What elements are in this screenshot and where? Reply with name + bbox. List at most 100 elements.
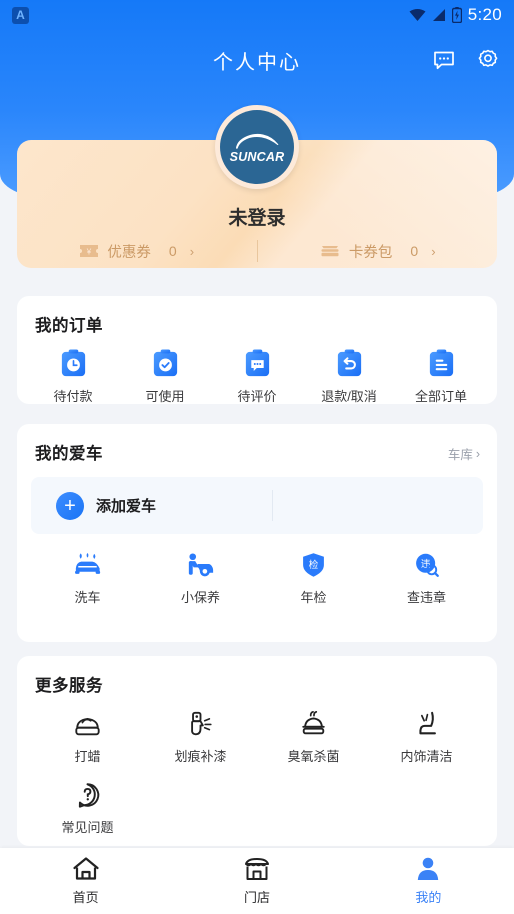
more-service-ozone[interactable]: 臭氧杀菌 — [257, 710, 370, 765]
car-wash-icon — [75, 552, 101, 574]
wifi-icon — [409, 9, 426, 21]
username-label: 未登录 — [228, 208, 286, 229]
more-service-label: 划痕补漆 — [174, 749, 227, 764]
page-title: 个人中心 — [213, 51, 301, 74]
gear-icon[interactable] — [476, 48, 500, 72]
order-label: 待付款 — [53, 389, 93, 404]
chevron-right-icon: › — [475, 446, 480, 461]
service-annual-inspection[interactable]: 检 年检 — [257, 552, 370, 606]
order-item-all-orders[interactable]: 全部订单 — [395, 348, 487, 405]
nav-label: 我的 — [415, 890, 442, 905]
order-label: 全部订单 — [414, 389, 467, 404]
coupon-entry[interactable]: ¥ 优惠券 0 › — [17, 241, 257, 262]
wallet-row: ¥ 优惠券 0 › 卡券包 0 › — [17, 234, 497, 268]
more-services-title: 更多服务 — [35, 677, 103, 695]
home-icon — [73, 857, 99, 880]
orders-title: 我的订单 — [35, 317, 103, 335]
inspection-badge-text: 检 — [309, 559, 319, 571]
status-time: 5:20 — [467, 5, 502, 24]
card-package-entry[interactable]: 卡券包 0 › — [258, 241, 498, 262]
title-bar: 个人中心 — [0, 36, 514, 84]
order-label: 待评价 — [237, 389, 277, 404]
nav-label: 门店 — [243, 890, 270, 905]
avatar-brand-text: SUNCAR — [229, 149, 285, 164]
more-service-label: 内饰清洁 — [400, 749, 453, 764]
order-item-refund-cancel[interactable]: 退款/取消 — [303, 348, 395, 405]
ozone-icon — [302, 711, 325, 735]
status-bar-right: 5:20 — [409, 5, 502, 25]
add-car-divider — [272, 490, 273, 521]
more-service-scratch-repair[interactable]: 划痕补漆 — [144, 710, 257, 765]
plus-circle-icon: + — [56, 491, 84, 520]
violation-badge-text: 违 — [421, 559, 431, 570]
wax-icon — [75, 717, 100, 736]
garage-link-label: 车库 — [447, 448, 473, 462]
my-car-title: 我的爱车 — [35, 445, 103, 463]
clipboard-check-icon — [153, 349, 177, 377]
nav-label: 首页 — [72, 890, 99, 905]
order-item-pending-payment[interactable]: 待付款 — [27, 348, 119, 405]
person-icon — [418, 857, 439, 880]
card-package-count: 0 — [410, 243, 419, 259]
coupon-ticket-icon: ¥ — [80, 245, 99, 257]
clipboard-comment-icon — [245, 349, 269, 377]
service-label: 小保养 — [180, 590, 220, 605]
order-item-usable[interactable]: 可使用 — [119, 348, 211, 405]
coupon-count: 0 — [168, 243, 177, 259]
order-item-pending-review[interactable]: 待评价 — [211, 348, 303, 405]
order-label: 退款/取消 — [321, 389, 377, 404]
more-service-interior-clean[interactable]: 内饰清洁 — [370, 710, 483, 765]
svg-text:¥: ¥ — [86, 248, 92, 257]
car-seat-icon — [419, 711, 436, 735]
spray-paint-icon — [191, 711, 212, 736]
car-services-row: 洗车 小保养 检 年检 违 查违章 — [17, 534, 497, 606]
service-car-wash[interactable]: 洗车 — [31, 552, 144, 606]
car-silhouette-icon — [236, 133, 279, 149]
nav-item-store[interactable]: 门店 — [171, 848, 342, 914]
more-service-label: 打蜡 — [74, 749, 101, 764]
service-label: 查违章 — [406, 590, 446, 605]
suncar-logo-avatar: SUNCAR — [220, 110, 294, 184]
status-bar: A 5:20 — [0, 0, 514, 30]
question-icon — [78, 783, 100, 808]
garage-link[interactable]: 车库 › — [448, 444, 480, 463]
orders-card: 我的订单 待付款 可使用 待评价 退款/取消 全部订单 — [17, 296, 497, 404]
more-service-label: 臭氧杀菌 — [287, 749, 340, 764]
service-label: 年检 — [300, 590, 327, 605]
chevron-right-icon: › — [189, 243, 195, 259]
order-label: 可使用 — [145, 389, 185, 404]
add-car-label: 添加爱车 — [96, 498, 157, 515]
app-letter: A — [16, 8, 25, 22]
more-services-card: 更多服务 打蜡 划痕补漆 臭氧杀菌 内饰清洁 常见问题 — [17, 656, 497, 846]
add-car-row[interactable]: + 添加爱车 — [31, 477, 483, 534]
shield-inspection-icon: 检 — [303, 553, 324, 577]
message-bubble-icon[interactable] — [432, 48, 456, 72]
bottom-navigation: 首页 门店 我的 — [0, 848, 514, 914]
card-package-label: 卡券包 — [348, 244, 393, 261]
clipboard-refund-icon — [337, 349, 361, 377]
more-service-faq[interactable]: 常见问题 — [31, 781, 144, 836]
coupon-label: 优惠券 — [107, 244, 151, 261]
card-package-icon — [321, 246, 339, 257]
chevron-right-icon: › — [431, 243, 436, 259]
more-service-wax[interactable]: 打蜡 — [31, 710, 144, 765]
clipboard-clock-icon — [61, 349, 85, 377]
nav-item-mine[interactable]: 我的 — [343, 848, 514, 914]
title-actions — [432, 36, 500, 84]
avatar[interactable]: SUNCAR — [215, 105, 299, 189]
battery-charging-icon — [451, 7, 462, 23]
my-car-card: 我的爱车 车库 › + 添加爱车 洗车 小保养 检 年检 违 查违章 — [17, 424, 497, 642]
orders-row: 待付款 可使用 待评价 退款/取消 全部订单 — [17, 336, 497, 405]
app-letter-icon: A — [12, 6, 29, 24]
service-violation-check[interactable]: 违 查违章 — [370, 552, 483, 606]
more-services-grid: 打蜡 划痕补漆 臭氧杀菌 内饰清洁 常见问题 — [17, 696, 497, 852]
service-label: 洗车 — [74, 590, 101, 605]
clipboard-list-icon — [429, 349, 453, 377]
nav-item-home[interactable]: 首页 — [0, 848, 171, 914]
maintenance-icon — [188, 553, 214, 577]
service-maintenance[interactable]: 小保养 — [144, 552, 257, 606]
store-icon — [244, 858, 269, 880]
more-service-label: 常见问题 — [61, 820, 114, 835]
violation-search-icon: 违 — [416, 553, 439, 577]
signal-icon — [432, 9, 445, 21]
